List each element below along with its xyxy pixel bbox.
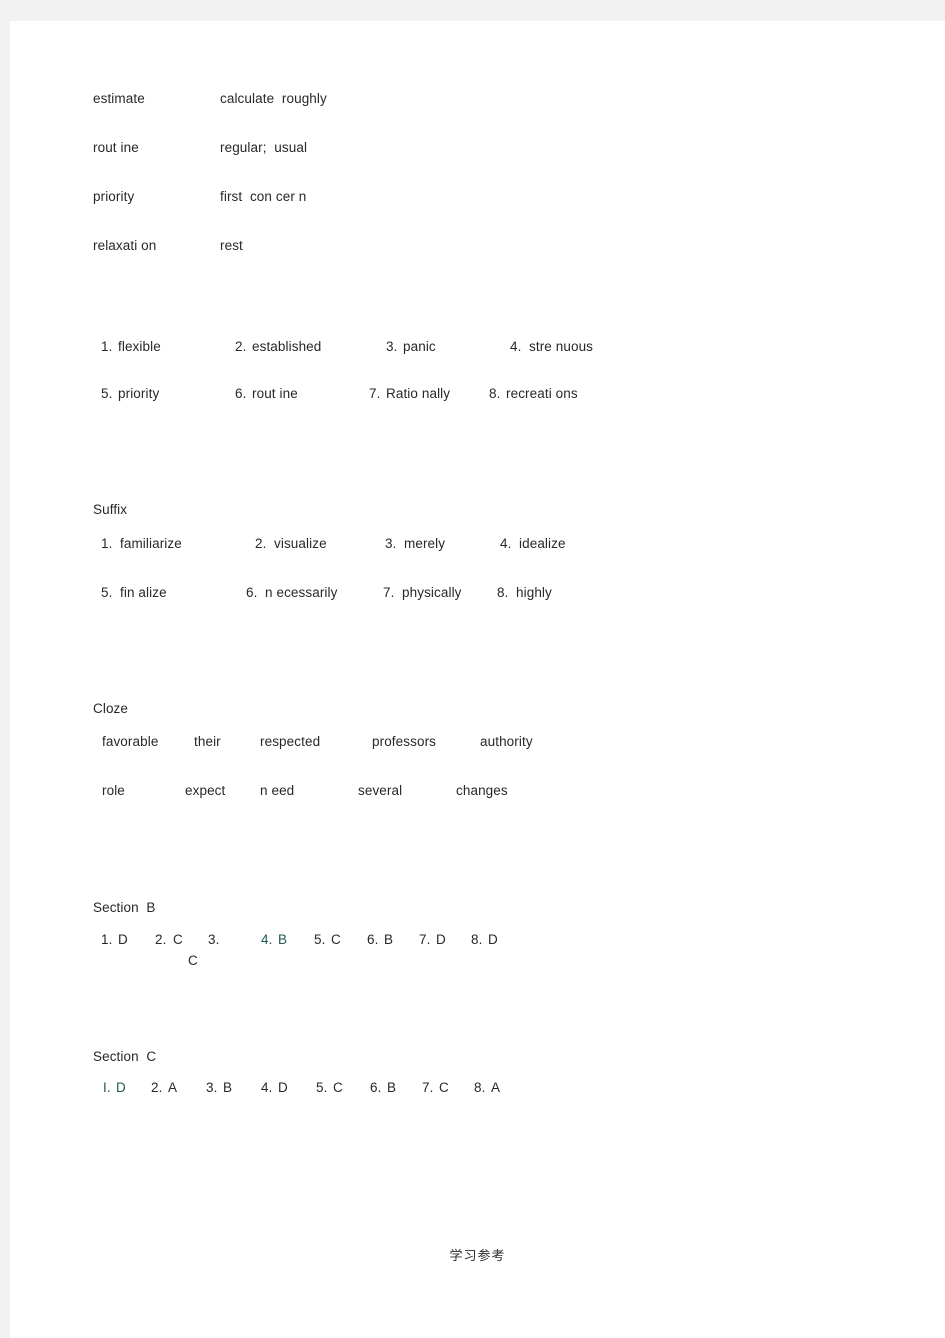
answer-number: 5.: [101, 585, 113, 600]
document-page: estimate calculate roughly rout ine regu…: [10, 21, 945, 1338]
answer-number: 2.: [155, 932, 167, 947]
answer-word: panic: [403, 339, 436, 354]
cloze-word: favorable: [102, 734, 159, 749]
answer-number: 5.: [101, 386, 113, 401]
answer-number: 3.: [385, 536, 397, 551]
answer-word: flexible: [118, 339, 161, 354]
section-b-heading: Section B: [93, 900, 156, 915]
answer-number: 2.: [151, 1080, 163, 1095]
answer-number: 7.: [369, 386, 381, 401]
cloze-word: changes: [456, 783, 508, 798]
answer-number: 4.: [261, 932, 273, 947]
answer-number: 6.: [370, 1080, 382, 1095]
cloze-word: role: [102, 783, 125, 798]
answer-word: familiarize: [120, 536, 182, 551]
cloze-word: several: [358, 783, 403, 798]
answer-number: 7.: [422, 1080, 434, 1095]
orphan-answer-letter: C: [188, 953, 198, 968]
answer-letter: D: [118, 932, 128, 947]
answer-number: 6.: [246, 585, 258, 600]
cloze-heading: Cloze: [93, 701, 129, 716]
answer-number: 6.: [235, 386, 247, 401]
cloze-word: respected: [260, 734, 321, 749]
cloze-word: their: [194, 734, 221, 749]
answer-letter: B: [387, 1080, 397, 1095]
answer-number: 1.: [101, 339, 113, 354]
answer-number: 3.: [386, 339, 398, 354]
answer-word: visualize: [274, 536, 327, 551]
suffix-heading: Suffix: [93, 502, 128, 517]
answer-letter: D: [116, 1080, 126, 1095]
answer-number: 5.: [314, 932, 326, 947]
answer-number: 8.: [497, 585, 509, 600]
cloze-word: expect: [185, 783, 226, 798]
vocab-definition: first con cer n: [220, 189, 307, 204]
answer-number: 5.: [316, 1080, 328, 1095]
answer-word: recreati ons: [506, 386, 578, 401]
answer-word: priority: [118, 386, 160, 401]
answer-letter: C: [333, 1080, 343, 1095]
answer-letter: B: [223, 1080, 233, 1095]
answer-number: 7.: [419, 932, 431, 947]
answer-number: 8.: [471, 932, 483, 947]
answer-number: I.: [103, 1080, 111, 1095]
answer-word: stre nuous: [529, 339, 594, 354]
answer-letter: D: [278, 1080, 288, 1095]
answer-letter: A: [168, 1080, 178, 1095]
answer-letter: D: [436, 932, 446, 947]
cloze-word: n eed: [260, 783, 295, 798]
vocab-term: relaxati on: [93, 238, 157, 253]
answer-word: n ecessarily: [265, 585, 338, 600]
answer-number: 4.: [500, 536, 512, 551]
answer-word: highly: [516, 585, 552, 600]
answer-letter: D: [488, 932, 498, 947]
answer-word: merely: [404, 536, 446, 551]
answer-word: Ratio nally: [386, 386, 451, 401]
answer-letter: C: [173, 932, 183, 947]
answer-number: 4.: [510, 339, 522, 354]
footer-watermark: 学习参考: [449, 1249, 506, 1264]
answer-letter: B: [384, 932, 394, 947]
answer-number: 4.: [261, 1080, 273, 1095]
vocab-definition: calculate roughly: [220, 91, 327, 106]
answer-letter: C: [439, 1080, 449, 1095]
answer-number: 7.: [383, 585, 395, 600]
answer-number: 1.: [101, 536, 113, 551]
answer-number: 3.: [208, 932, 220, 947]
vocab-definition: regular; usual: [220, 140, 308, 155]
answer-word: idealize: [519, 536, 566, 551]
vocab-term: rout ine: [93, 140, 139, 155]
answer-word: physically: [402, 585, 462, 600]
vocab-term: priority: [93, 189, 135, 204]
vocab-term: estimate: [93, 91, 145, 106]
answer-number: 8.: [474, 1080, 486, 1095]
cloze-word: professors: [372, 734, 437, 749]
answer-number: 1.: [101, 932, 113, 947]
answer-letter: B: [278, 932, 288, 947]
answer-number: 8.: [489, 386, 501, 401]
answer-letter: C: [331, 932, 341, 947]
answer-word: established: [252, 339, 322, 354]
answer-number: 2.: [235, 339, 247, 354]
answer-number: 2.: [255, 536, 267, 551]
section-c-heading: Section C: [93, 1049, 157, 1064]
answer-number: 3.: [206, 1080, 218, 1095]
vocab-definition: rest: [220, 238, 243, 253]
answer-word: fin alize: [120, 585, 167, 600]
answer-number: 6.: [367, 932, 379, 947]
answer-word: rout ine: [252, 386, 298, 401]
cloze-word: authority: [480, 734, 533, 749]
answer-letter: A: [491, 1080, 501, 1095]
